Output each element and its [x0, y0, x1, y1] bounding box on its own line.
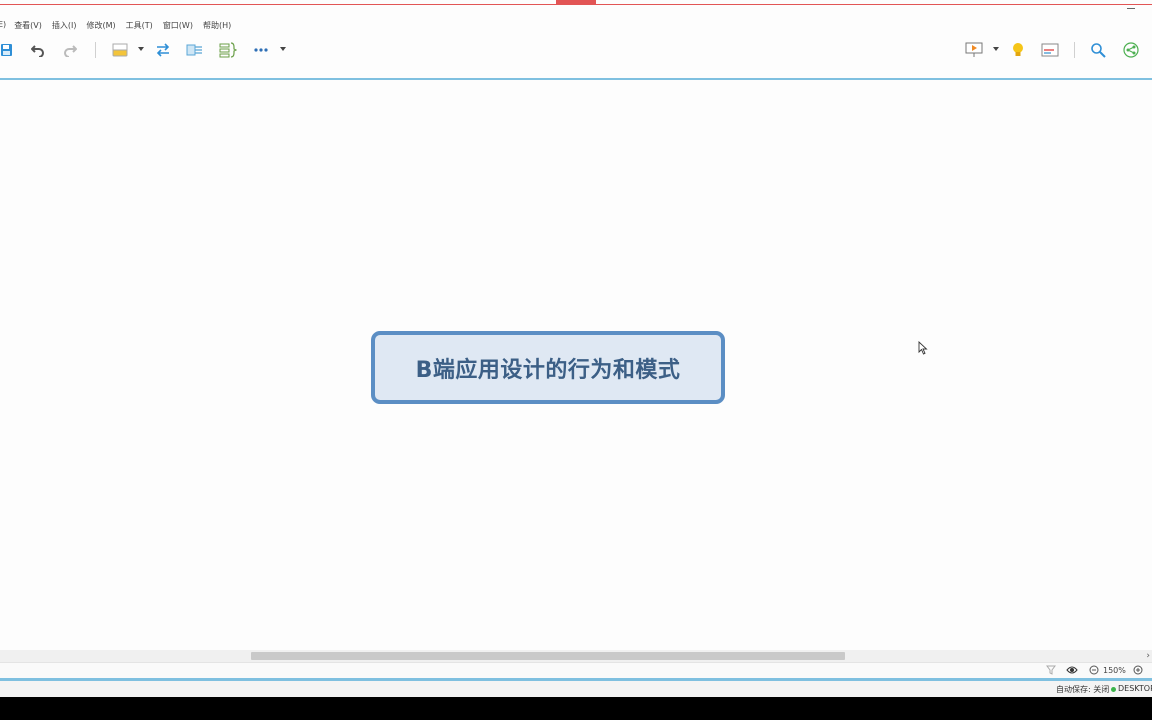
- mind-map-app-window: E) 查看(V) 插入(I) 修改(M) 工具(T) 窗口(W) 帮助(H) B…: [0, 0, 1152, 720]
- chevron-down-icon[interactable]: [280, 47, 286, 51]
- chevron-down-icon[interactable]: [138, 47, 144, 51]
- menu-edit[interactable]: E): [0, 20, 6, 34]
- summary-button[interactable]: [219, 40, 237, 60]
- menu-window[interactable]: 窗口(W): [163, 20, 193, 34]
- save-icon: [1, 44, 12, 56]
- save-button[interactable]: [0, 40, 14, 60]
- filter-icon: [1046, 665, 1056, 675]
- online-status-icon: [1111, 687, 1116, 692]
- filter-button[interactable]: [1046, 665, 1056, 675]
- central-topic-label: B端应用设计的行为和模式: [415, 357, 681, 383]
- mind-map-canvas[interactable]: B端应用设计的行为和模式: [0, 80, 1152, 650]
- zoom-level: 150%: [1103, 666, 1126, 675]
- search-icon: [1091, 43, 1106, 58]
- screen-bottom-bar: [0, 697, 1152, 720]
- menu-insert[interactable]: 插入(I): [52, 20, 77, 34]
- toolbar: [0, 34, 1152, 80]
- share-icon: [1123, 42, 1139, 58]
- menu-view[interactable]: 查看(V): [14, 20, 42, 34]
- topic-style-icon: [112, 43, 128, 57]
- more-button[interactable]: [253, 40, 269, 60]
- status-bar: 自动保存: 关闭 DESKTOP: [0, 681, 1152, 697]
- eye-icon: [1066, 666, 1078, 674]
- zoom-bar: 150%: [0, 662, 1152, 678]
- boundary-icon: [186, 44, 202, 56]
- presentation-button[interactable]: [964, 40, 984, 60]
- toolbar-separator: [95, 42, 96, 58]
- view-button[interactable]: [1066, 665, 1078, 675]
- layout-button[interactable]: [1040, 40, 1060, 60]
- redo-icon: [64, 45, 77, 57]
- menu-tools[interactable]: 工具(T): [126, 20, 153, 34]
- menu-help[interactable]: 帮助(H): [203, 20, 231, 34]
- zoom-in-icon: [1133, 665, 1143, 675]
- search-button[interactable]: [1089, 40, 1107, 60]
- idea-button[interactable]: [1010, 40, 1026, 60]
- summary-icon: [219, 42, 237, 58]
- relationship-icon: [156, 43, 170, 57]
- title-accent-tab: [556, 0, 596, 4]
- scrollbar-thumb[interactable]: [251, 652, 845, 660]
- undo-icon: [31, 45, 44, 57]
- redo-button[interactable]: [62, 40, 78, 60]
- mouse-cursor-icon: [918, 341, 928, 355]
- zoom-in-button[interactable]: [1133, 665, 1143, 675]
- autosave-status[interactable]: 自动保存: 关闭: [1056, 684, 1109, 695]
- title-accent-line: [0, 4, 1152, 5]
- undo-button[interactable]: [30, 40, 46, 60]
- zoom-out-button[interactable]: [1089, 665, 1099, 675]
- minimize-icon[interactable]: [1127, 8, 1135, 9]
- horizontal-scrollbar[interactable]: ›: [0, 650, 1152, 662]
- central-topic[interactable]: B端应用设计的行为和模式: [371, 331, 725, 404]
- chevron-down-icon[interactable]: [993, 47, 999, 51]
- zoom-out-icon: [1089, 665, 1099, 675]
- relationship-button[interactable]: [154, 40, 172, 60]
- presentation-icon: [965, 42, 983, 57]
- lightbulb-icon: [1013, 43, 1023, 56]
- menu-bar: E) 查看(V) 插入(I) 修改(M) 工具(T) 窗口(W) 帮助(H): [0, 20, 241, 34]
- scroll-right-icon[interactable]: ›: [1146, 651, 1150, 661]
- share-button[interactable]: [1122, 40, 1140, 60]
- menu-modify[interactable]: 修改(M): [87, 20, 116, 34]
- toolbar-separator: [1074, 42, 1075, 58]
- computer-name: DESKTOP: [1118, 684, 1152, 693]
- more-icon: [254, 48, 268, 52]
- layout-icon: [1041, 43, 1059, 57]
- topic-style-button[interactable]: [111, 40, 129, 60]
- boundary-button[interactable]: [186, 40, 204, 60]
